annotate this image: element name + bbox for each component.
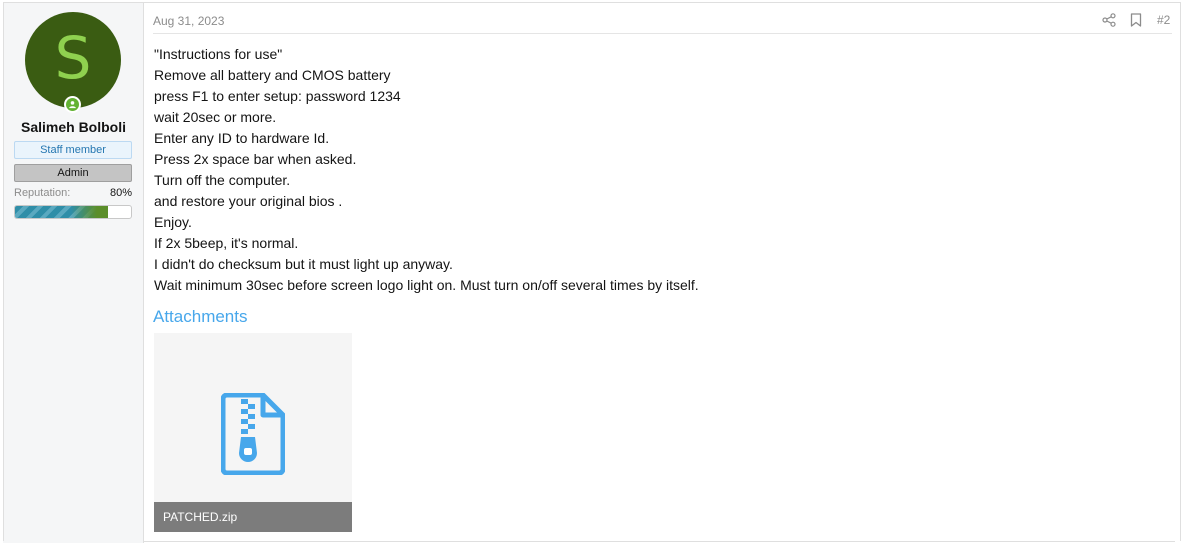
zip-file-icon: [221, 393, 285, 475]
message-line: Press 2x space bar when asked.: [154, 151, 357, 167]
message-line: and restore your original bios .: [154, 193, 343, 209]
message-line: press F1 to enter setup: password 1234: [154, 88, 401, 104]
message-line: Wait minimum 30sec before screen logo li…: [154, 277, 699, 293]
post-message: "Instructions for use" Remove all batter…: [154, 44, 1164, 296]
attachment-thumbnail[interactable]: PATCHED.zip: [154, 333, 352, 532]
message-line: I didn't do checksum but it must light u…: [154, 256, 453, 272]
message-line: Enter any ID to hardware Id.: [154, 130, 330, 146]
message-line: Remove all battery and CMOS battery: [154, 67, 391, 83]
bookmark-icon[interactable]: [1130, 13, 1142, 27]
attachment-filename[interactable]: PATCHED.zip: [154, 502, 352, 532]
message-line: Enjoy.: [154, 214, 192, 230]
post-footer-divider: [144, 541, 1175, 542]
share-icon[interactable]: [1102, 13, 1116, 27]
post-date[interactable]: Aug 31, 2023: [153, 14, 224, 28]
post-number-link[interactable]: #2: [1157, 13, 1170, 27]
post-header-divider: [153, 33, 1172, 34]
message-line: Turn off the computer.: [154, 172, 291, 188]
message-line: "Instructions for use": [154, 46, 283, 62]
attachments-heading: Attachments: [153, 307, 248, 326]
message-line: wait 20sec or more.: [154, 109, 277, 125]
message-line: If 2x 5beep, it's normal.: [154, 235, 299, 251]
